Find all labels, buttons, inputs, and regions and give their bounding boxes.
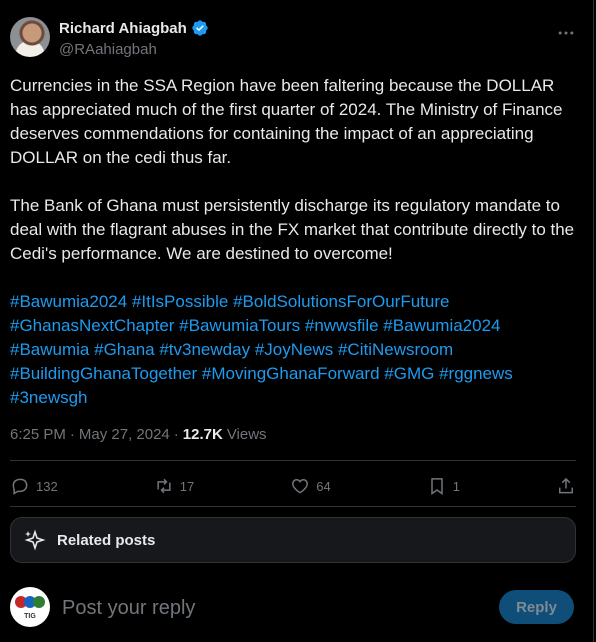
- reply-input[interactable]: [60, 593, 444, 623]
- reply-composer: TIG Reply: [10, 587, 576, 627]
- hashtag-link[interactable]: #JoyNews: [255, 340, 333, 359]
- related-posts-label: Related posts: [57, 531, 156, 549]
- bookmark-icon: [430, 478, 443, 495]
- tig-logo-icon: [15, 596, 45, 608]
- reply-count: 132: [36, 478, 58, 494]
- hashtag-list: #Bawumia2024 #ItIsPossible #BoldSolution…: [10, 290, 576, 410]
- user-avatar-text: TIG: [24, 613, 36, 620]
- share-icon: [559, 477, 573, 494]
- hashtag-link[interactable]: #CitiNewsroom: [338, 340, 453, 359]
- divider: [10, 506, 576, 507]
- author-name[interactable]: Richard Ahiagbah: [59, 20, 187, 37]
- post-time[interactable]: 6:25 PM: [10, 426, 66, 443]
- meta-separator: ·: [69, 426, 75, 443]
- views-label: Views: [226, 426, 267, 443]
- repost-icon: [157, 478, 171, 494]
- hashtag-link[interactable]: #ItIsPossible: [132, 292, 228, 311]
- more-options-icon[interactable]: [555, 22, 577, 44]
- like-action-button[interactable]: 64: [290, 476, 331, 496]
- hashtag-link[interactable]: #rggnews: [439, 364, 513, 383]
- author-handle[interactable]: @RAahiagbah: [59, 41, 157, 58]
- related-posts-button[interactable]: Related posts: [10, 517, 576, 563]
- post-paragraph-1: Currencies in the SSA Region have been f…: [10, 76, 563, 167]
- user-avatar[interactable]: TIG: [10, 587, 50, 627]
- action-bar: 132 17 64 1: [10, 470, 576, 502]
- post-date[interactable]: May 27, 2024: [79, 426, 170, 443]
- hashtag-link[interactable]: #tv3newday: [159, 340, 250, 359]
- hashtag-link[interactable]: #GMG: [384, 364, 434, 383]
- author-name-row: Richard Ahiagbah: [59, 19, 209, 37]
- repost-count: 17: [179, 478, 195, 494]
- hashtag-link[interactable]: #GhanasNextChapter: [10, 316, 174, 335]
- share-action-button[interactable]: [556, 476, 576, 496]
- post-container: Richard Ahiagbah @RAahiagbah Currencies …: [0, 0, 594, 642]
- hashtag-link[interactable]: #BawumiaTours: [179, 316, 300, 335]
- hashtag-link[interactable]: #MovingGhanaForward: [202, 364, 380, 383]
- bookmark-action-button[interactable]: 1: [427, 476, 460, 496]
- post-paragraph-2: The Bank of Ghana must persistently disc…: [10, 196, 575, 263]
- hashtag-link[interactable]: #Ghana: [94, 340, 155, 359]
- sparkle-icon: [24, 529, 46, 551]
- meta-separator: ·: [173, 426, 179, 443]
- divider: [10, 460, 576, 461]
- hashtag-link[interactable]: #BuildingGhanaTogether: [10, 364, 197, 383]
- verified-badge-icon: [192, 20, 208, 36]
- hashtag-link[interactable]: #Bawumia2024: [10, 292, 127, 311]
- reply-action-button[interactable]: 132: [10, 476, 58, 496]
- hashtag-link[interactable]: #nwwsfile: [305, 316, 379, 335]
- author-avatar[interactable]: [10, 17, 50, 57]
- hashtag-link[interactable]: #3newsgh: [10, 388, 88, 407]
- bookmark-count: 1: [452, 478, 460, 494]
- reply-button[interactable]: Reply: [499, 590, 574, 624]
- repost-action-button[interactable]: 17: [154, 476, 194, 496]
- like-count: 64: [316, 478, 331, 494]
- reply-icon: [12, 478, 28, 495]
- views-count: 12.7K: [182, 426, 223, 443]
- hashtag-link[interactable]: #Bawumia2024: [383, 316, 500, 335]
- heart-icon: [292, 478, 309, 494]
- post-meta: 6:25 PM · May 27, 2024 · 12.7K Views: [10, 426, 267, 443]
- hashtag-link[interactable]: #Bawumia: [10, 340, 89, 359]
- hashtag-link[interactable]: #BoldSolutionsForOurFuture: [233, 292, 449, 311]
- post-text: Currencies in the SSA Region have been f…: [10, 74, 576, 410]
